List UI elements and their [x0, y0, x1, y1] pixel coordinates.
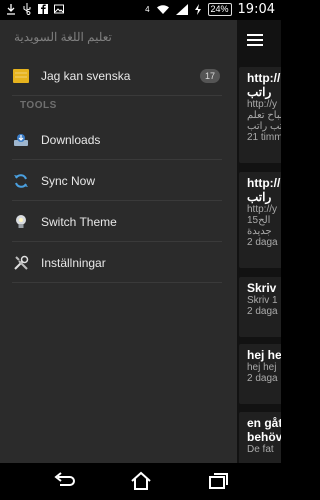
facebook-icon — [38, 4, 48, 14]
signal-icon — [175, 4, 188, 15]
card-time: 2 daga — [247, 237, 278, 248]
drawer-item-switch-theme[interactable]: Switch Theme — [12, 202, 222, 242]
network-type: 4 — [145, 5, 150, 14]
drawer-item-label: Jag kan svenska — [41, 68, 131, 83]
card-time: 2 daga — [247, 373, 278, 384]
clock: 19:04 — [237, 2, 275, 17]
recent-apps-icon[interactable] — [206, 471, 230, 491]
drawer-item-downloads[interactable]: Downloads — [12, 120, 222, 160]
card-subtitle: http://y — [247, 204, 278, 215]
image-icon — [54, 4, 64, 14]
wifi-icon — [156, 5, 169, 14]
download-icon — [7, 4, 15, 15]
notification-icons — [6, 3, 64, 15]
hamburger-menu-icon[interactable] — [247, 34, 263, 48]
lightbulb-icon — [12, 213, 30, 231]
card-title: http:// — [247, 176, 281, 190]
card-title-line2: راتب — [247, 85, 272, 99]
system-navigation-bar — [0, 463, 281, 500]
navigation-drawer: تعليم اللغة السويدية Jag kan svenska 17 … — [0, 20, 237, 463]
card-title: Skriv — [247, 281, 277, 295]
card-time: 2 daga — [247, 306, 278, 317]
card-title-line2: behöv — [247, 430, 281, 444]
card-subtitle-line2: الح15 — [247, 215, 271, 226]
card-subtitle-line3: جديدة — [247, 226, 272, 237]
card-subtitle: http://y — [247, 99, 278, 110]
drawer-header-title: تعليم اللغة السويدية — [14, 30, 112, 44]
unread-count-badge: 17 — [199, 69, 220, 83]
tools-icon — [12, 254, 30, 272]
downloads-icon — [12, 131, 30, 149]
card-time: 21 timm — [247, 132, 281, 143]
drawer-item-label: Sync Now — [41, 173, 96, 188]
drawer-item-jag-kan-svenska[interactable]: Jag kan svenska 17 — [12, 56, 222, 96]
card-title: en gåt — [247, 416, 281, 430]
section-title-tools: TOOLS — [20, 100, 57, 111]
feed-card[interactable]: http:// راتب http://y صباح تعلم رتب راتب… — [239, 67, 281, 163]
course-icon — [12, 67, 30, 85]
drawer-item-label: Switch Theme — [41, 214, 117, 229]
card-title-line2: راتب — [247, 190, 272, 204]
charging-icon — [194, 4, 201, 15]
card-subtitle: hej hej — [247, 362, 277, 373]
sync-icon — [12, 172, 30, 190]
card-subtitle-line3: رتب راتب — [247, 121, 281, 132]
card-subtitle-line2: صباح تعلم — [247, 110, 281, 121]
feed-card[interactable]: en gåt behöv De fat — [239, 412, 281, 463]
drawer-item-label: Downloads — [41, 132, 101, 147]
usb-icon — [23, 3, 31, 15]
feed-card[interactable]: Skriv Skriv 1 2 daga — [239, 277, 281, 337]
feed-card[interactable]: hej he hej hej 2 daga — [239, 344, 281, 404]
feed-card[interactable]: http:// راتب http://y الح15 جديدة 2 daga — [239, 172, 281, 268]
home-icon[interactable] — [129, 471, 153, 491]
card-subtitle: Skriv 1 — [247, 295, 278, 306]
card-title: http:// — [247, 71, 281, 85]
feed-panel: http:// راتب http://y صباح تعلم رتب راتب… — [237, 20, 281, 463]
drawer-item-label: Inställningar — [41, 255, 106, 270]
battery-level: 24% — [207, 3, 232, 16]
back-icon[interactable] — [52, 471, 76, 491]
drawer-item-sync-now[interactable]: Sync Now — [12, 161, 222, 201]
drawer-item-settings[interactable]: Inställningar — [12, 243, 222, 283]
card-title: hej he — [247, 348, 281, 362]
card-subtitle: De fat — [247, 444, 274, 455]
status-bar: 4 24% 19:04 — [0, 0, 281, 20]
